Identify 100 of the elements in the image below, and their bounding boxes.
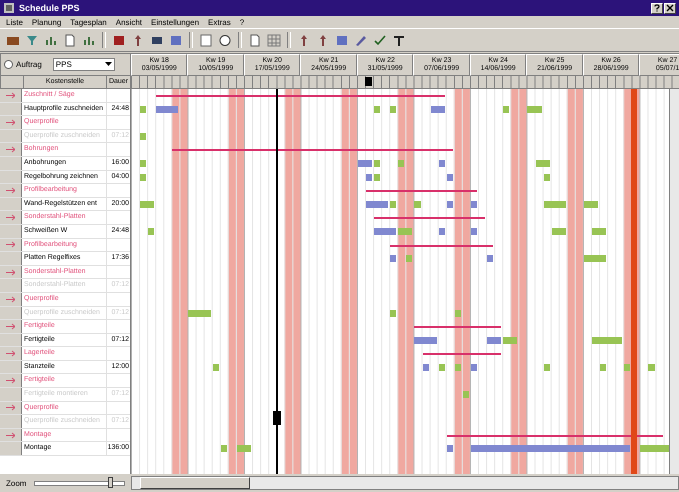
time-marker[interactable] <box>365 77 372 86</box>
setup-bar[interactable] <box>390 200 396 208</box>
summary-bar[interactable] <box>446 434 663 437</box>
row-header[interactable] <box>0 266 22 278</box>
summary-bar[interactable] <box>366 190 477 192</box>
horizontal-scrollbar[interactable] <box>131 476 679 490</box>
summary-bar[interactable] <box>172 149 453 152</box>
setup-bar[interactable] <box>438 364 445 371</box>
setup-bar[interactable] <box>592 336 622 344</box>
work-bar[interactable] <box>422 364 429 371</box>
setup-bar[interactable] <box>374 174 380 181</box>
summary-bar[interactable] <box>390 244 494 247</box>
help-icon <box>653 4 661 12</box>
menu-item[interactable]: Extras <box>208 18 231 26</box>
menu-item[interactable]: Tagesplan <box>70 18 107 26</box>
work-bar[interactable] <box>366 174 372 181</box>
order-dropdown[interactable]: PPS <box>52 58 115 71</box>
row-header[interactable] <box>0 292 22 306</box>
setup-bar[interactable] <box>140 200 154 208</box>
setup-bar[interactable] <box>390 106 396 113</box>
setup-bar[interactable] <box>640 445 669 452</box>
row-header[interactable] <box>0 334 22 346</box>
setup-bar[interactable] <box>140 132 146 140</box>
row-header[interactable] <box>0 170 22 184</box>
row-header[interactable] <box>0 143 22 156</box>
row-header[interactable] <box>0 320 22 333</box>
row-header[interactable] <box>0 360 22 374</box>
setup-bar[interactable] <box>544 174 550 181</box>
row-header[interactable] <box>0 415 22 428</box>
setup-bar[interactable] <box>552 228 566 235</box>
row-header[interactable] <box>0 238 22 252</box>
setup-bar[interactable] <box>236 445 252 452</box>
row-header[interactable] <box>0 252 22 265</box>
work-bar[interactable] <box>446 445 453 452</box>
row-header[interactable] <box>0 306 22 320</box>
setup-bar[interactable] <box>503 106 510 113</box>
menu-item[interactable]: ? <box>240 18 244 26</box>
row-header[interactable] <box>0 279 22 292</box>
setup-bar[interactable] <box>527 106 542 113</box>
setup-bar[interactable] <box>648 364 655 371</box>
setup-bar[interactable] <box>148 228 154 235</box>
setup-bar[interactable] <box>140 160 146 167</box>
group-marker-icon <box>6 241 15 248</box>
work-bar[interactable] <box>156 106 178 113</box>
setup-bar[interactable] <box>414 200 420 208</box>
row-header[interactable] <box>0 102 22 116</box>
work-bar[interactable] <box>446 200 453 208</box>
menu-item[interactable]: Planung <box>32 18 62 26</box>
setup-bar[interactable] <box>390 310 396 316</box>
row-header[interactable] <box>0 347 22 360</box>
work-bar[interactable] <box>470 445 630 452</box>
menu-item[interactable]: Einstellungen <box>150 18 200 26</box>
row-header[interactable] <box>0 374 22 388</box>
row-header[interactable] <box>0 198 22 210</box>
setup-bar[interactable] <box>544 364 550 371</box>
work-bar[interactable] <box>438 228 445 235</box>
row-header[interactable] <box>0 156 22 170</box>
today-handle[interactable] <box>273 411 282 425</box>
summary-bar[interactable] <box>374 217 486 220</box>
help-button[interactable] <box>651 2 663 14</box>
work-bar[interactable] <box>358 160 372 167</box>
row-header[interactable] <box>0 442 22 456</box>
row-header[interactable] <box>0 428 22 442</box>
work-bar[interactable] <box>430 106 445 113</box>
setup-bar[interactable] <box>188 310 211 316</box>
menu-item[interactable]: Liste <box>6 18 23 26</box>
close-button[interactable] <box>664 2 676 14</box>
setup-bar[interactable] <box>503 336 518 344</box>
work-bar[interactable] <box>446 174 453 181</box>
setup-bar[interactable] <box>592 228 606 235</box>
setup-bar[interactable] <box>600 364 606 371</box>
setup-bar[interactable] <box>584 255 606 262</box>
setup-bar[interactable] <box>584 200 598 208</box>
radio-button[interactable] <box>4 60 13 69</box>
summary-bar[interactable] <box>422 353 502 356</box>
summary-bar[interactable] <box>414 326 502 328</box>
row-header[interactable] <box>0 224 22 238</box>
row-header[interactable] <box>0 211 22 224</box>
work-bar[interactable] <box>366 200 388 208</box>
setup-bar[interactable] <box>140 106 146 113</box>
work-bar[interactable] <box>487 336 502 344</box>
row-header[interactable] <box>0 184 22 197</box>
menu-item[interactable]: Ansicht <box>116 18 142 26</box>
work-bar[interactable] <box>487 255 494 262</box>
setup-bar[interactable] <box>140 174 146 181</box>
setup-bar[interactable] <box>536 160 550 167</box>
vertical-scrollbar[interactable] <box>669 89 679 474</box>
row-header[interactable] <box>0 89 22 102</box>
setup-bar[interactable] <box>544 200 566 208</box>
row-header[interactable] <box>0 130 22 142</box>
setup-bar[interactable] <box>374 160 380 167</box>
setup-bar[interactable] <box>374 106 380 113</box>
work-bar[interactable] <box>414 336 437 344</box>
row-header[interactable] <box>0 388 22 401</box>
work-bar[interactable] <box>374 228 396 235</box>
setup-bar[interactable] <box>212 364 219 371</box>
row-header[interactable] <box>0 402 22 414</box>
row-header[interactable] <box>0 116 22 129</box>
work-bar[interactable] <box>438 160 445 167</box>
work-bar[interactable] <box>390 255 396 262</box>
